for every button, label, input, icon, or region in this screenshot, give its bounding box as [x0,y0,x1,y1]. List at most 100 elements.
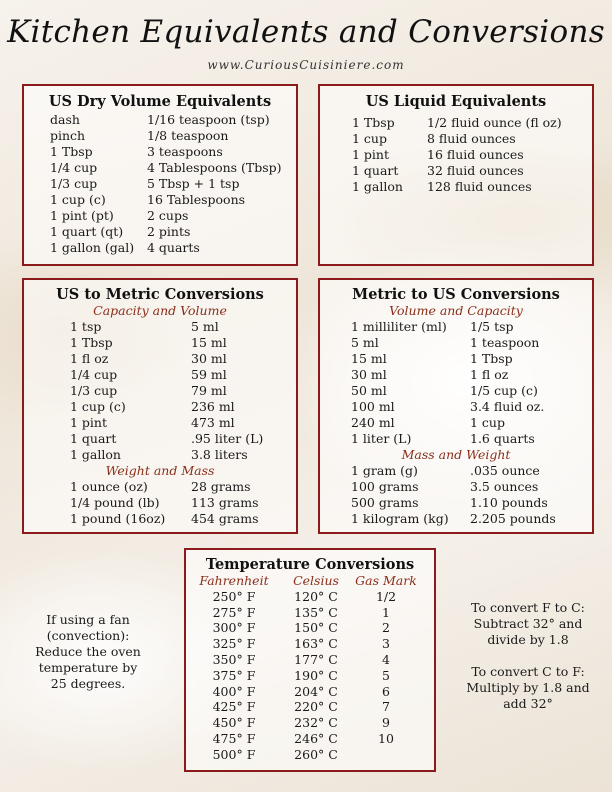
column-header-gas-mark: Gas Mark [355,573,417,588]
temperature-box: Temperature Conversions Fahrenheit Celsi… [184,548,436,772]
conversion-row: 1 Tbsp 1/2 fluid ounce (fl oz) [352,115,592,131]
unit-to: 3 teaspoons [147,144,223,159]
unit-from: 1 Tbsp [70,335,113,350]
conversion-row: 1 pint (pt) 2 cups [50,208,296,224]
temperature-header-row: Fahrenheit Celsius Gas Mark [186,573,434,589]
temperature-row: 275° F 135° C 1 [186,605,434,621]
celsius-value: 150° C [294,620,338,636]
unit-to: 59 ml [191,367,227,382]
unit-from: 240 ml [351,415,395,430]
gas-mark-value: 9 [382,715,390,731]
conversion-formula-note: To convert F to C: Subtract 32° and divi… [448,600,608,712]
unit-from: 1 pint [352,147,389,162]
conversion-row: 1/4 cup 4 Tablespoons (Tbsp) [50,160,296,176]
unit-from: 30 ml [351,367,387,382]
conversion-row: 1/3 cup 79 ml [70,383,296,399]
note-line: (convection): [46,628,130,643]
us-dry-volume-box: US Dry Volume Equivalents dash 1/16 teasp… [22,84,298,266]
unit-from: 1 tsp [70,319,102,334]
unit-to: 1/5 cup (c) [470,383,538,398]
conversion-row: 1 Tbsp 15 ml [70,335,296,351]
conversion-row: 1 gallon 3.8 liters [70,447,296,463]
unit-from: 1 pint (pt) [50,208,114,223]
conversion-list: 1 Tbsp 1/2 fluid ounce (fl oz) 1 cup 8 flui… [352,115,592,195]
gas-mark-value: 1 [382,604,390,620]
temperature-rows: 250° F 120° C 1/2 275° F 135° C 1 300° F 150° C… [186,589,434,763]
fahrenheit-value: 400° F [212,683,256,699]
celsius-value: 246° C [294,730,338,746]
unit-to: 4 quarts [147,240,200,255]
conversion-row: 1 kilogram (kg) 2.205 pounds [351,511,592,527]
conversion-row: 5 ml 1 teaspoon [351,335,592,351]
column-header-celsius: Celsius [293,573,339,588]
unit-to: 8 fluid ounces [427,131,516,146]
gas-mark-value: 1/2 [375,588,397,604]
fahrenheit-value: 325° F [212,636,256,652]
unit-to: 1/5 tsp [470,319,514,334]
unit-to: 113 grams [191,495,259,510]
conversion-row: 1 liter (L) 1.6 quarts [351,431,592,447]
box-title: US to Metric Conversions [56,286,264,303]
conversion-row: 1 ounce (oz) 28 grams [70,479,296,495]
fahrenheit-value: 450° F [212,715,256,731]
unit-to: 473 ml [191,415,235,430]
box-title: US Dry Volume Equivalents [48,93,272,110]
unit-to: 30 ml [191,351,227,366]
section-heading: Volume and Capacity [389,303,523,318]
unit-to: 4 Tablespoons (Tbsp) [147,160,282,175]
unit-from: 1 Tbsp [50,144,93,159]
unit-from: 1 gram (g) [351,463,418,478]
section-heading: Weight and Mass [105,463,215,478]
gas-mark-value [354,747,418,763]
conversion-row: 30 ml 1 fl oz [351,367,592,383]
gas-mark-value: 3 [382,636,390,652]
unit-to: 3.4 fluid oz. [470,399,545,414]
unit-to: 28 grams [191,479,251,494]
conversion-row: 15 ml 1 Tbsp [351,351,592,367]
unit-from: 1 cup (c) [50,192,106,207]
note-line: Reduce the oven [35,644,141,659]
conversion-row: 1 Tbsp 3 teaspoons [50,144,296,160]
unit-to: 32 fluid ounces [427,163,524,178]
conversion-list: 1 gram (g) .035 ounce 100 grams 3.5 ounces 5… [351,463,592,527]
temperature-row: 300° F 150° C 2 [186,620,434,636]
unit-from: 1 kilogram (kg) [351,511,449,526]
unit-from: 1 cup [352,131,387,146]
celsius-value: 163° C [294,636,338,652]
celsius-value: 177° C [294,651,338,667]
unit-to: 16 Tablespoons [147,192,246,207]
celsius-value: 204° C [294,683,338,699]
unit-to: 1 cup [470,415,505,430]
unit-from: dash [50,112,80,127]
conversion-row: dash 1/16 teaspoon (tsp) [50,112,296,128]
unit-to: 79 ml [191,383,227,398]
temperature-row: 350° F 177° C 4 [186,652,434,668]
column-header-fahrenheit: Fahrenheit [199,573,269,588]
unit-to: .035 ounce [470,463,540,478]
unit-from: 100 grams [351,479,419,494]
unit-to: 236 ml [191,399,235,414]
unit-to: 1 Tbsp [470,351,513,366]
unit-from: 1/4 cup [70,367,118,382]
conversion-list: 1 tsp 5 ml 1 Tbsp 15 ml 1 fl oz 30 ml 1/4 cup 5… [70,319,296,463]
conversion-row: 1 cup 8 fluid ounces [352,131,592,147]
conversion-row: pinch 1/8 teaspoon [50,128,296,144]
conversion-row: 1 quart (qt) 2 pints [50,224,296,240]
box-title: US Liquid Equivalents [365,93,547,110]
conversion-row: 1 cup (c) 16 Tablespoons [50,192,296,208]
conversion-row: 100 grams 3.5 ounces [351,479,592,495]
unit-to: 16 fluid ounces [427,147,524,162]
temperature-row: 450° F 232° C 9 [186,715,434,731]
unit-from: 500 grams [351,495,419,510]
unit-from: 1 quart [70,431,117,446]
conversion-row: 50 ml 1/5 cup (c) [351,383,592,399]
conversion-row: 1 quart 32 fluid ounces [352,163,592,179]
unit-from: 1 ounce (oz) [70,479,148,494]
gas-mark-value: 2 [382,620,390,636]
conversion-row: 1 gallon (gal) 4 quarts [50,240,296,256]
unit-from: 1 gallon [70,447,121,462]
fahrenheit-value: 300° F [212,620,256,636]
fahrenheit-value: 250° F [212,588,256,604]
page-title: Kitchen Equivalents and Conversions [7,14,605,50]
